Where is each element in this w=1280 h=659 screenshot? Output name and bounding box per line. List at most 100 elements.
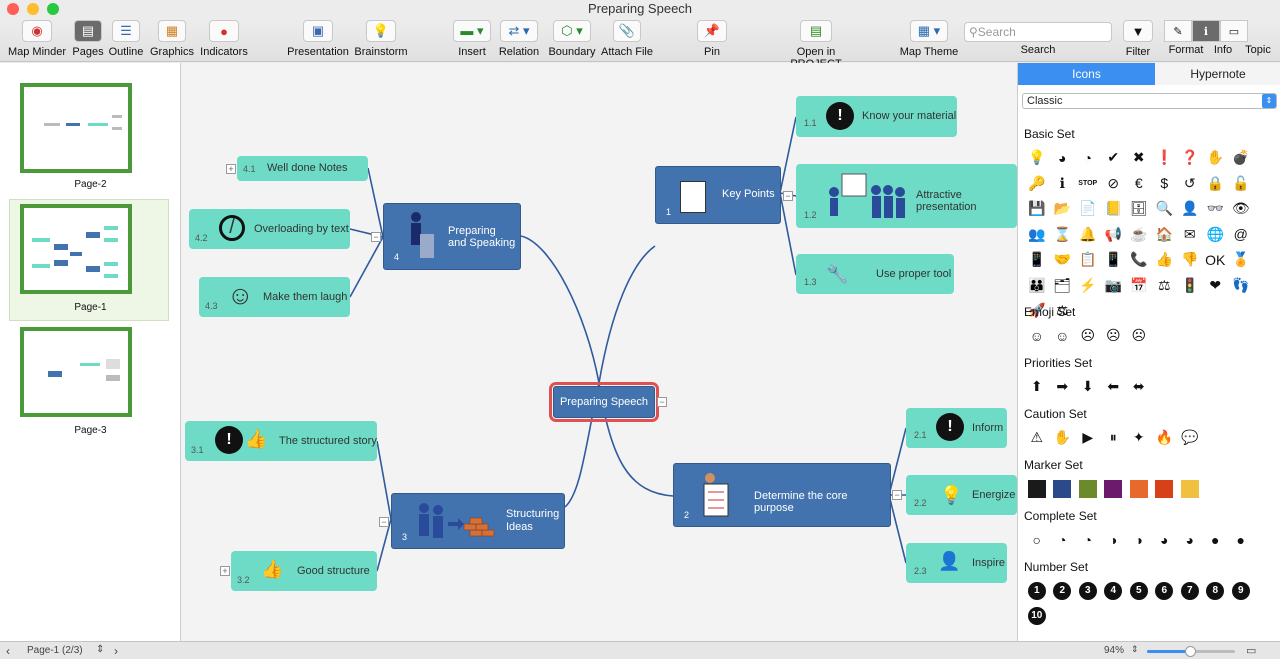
topic-inspire[interactable]: 2.3 👤 Inspire (906, 543, 1007, 583)
complete-set-icon[interactable]: ● (1228, 527, 1254, 553)
topic-make-them-laugh[interactable]: 4.3 ☺ Make them laugh (199, 277, 350, 317)
basic-set-icon[interactable]: 📱 (1024, 247, 1050, 273)
outline-button[interactable]: ☰ Outline (104, 20, 148, 58)
priority-set-icon[interactable]: ➡ (1050, 374, 1076, 400)
basic-set-icon[interactable]: 👤 (1177, 196, 1203, 222)
basic-set-icon[interactable]: 🔔 (1075, 222, 1101, 248)
icon-library-select[interactable]: Classic ⇕ (1022, 93, 1277, 109)
topic-good-structure[interactable]: 3.2 👍 Good structure (231, 551, 377, 591)
mind-map-canvas[interactable]: Preparing Speech − Key Points 1 − 1.1 ! … (181, 63, 1017, 641)
basic-set-icon[interactable]: ⚡ (1075, 273, 1101, 299)
caution-set-icon[interactable]: 💬 (1177, 425, 1203, 451)
topic-structuring-ideas[interactable]: Structuring Ideas 3 (391, 493, 565, 549)
caution-set-icon[interactable]: ✋ (1050, 425, 1076, 451)
structuring-collapse-toggle[interactable]: − (379, 517, 389, 527)
basic-set-icon[interactable]: ☕ (1126, 222, 1152, 248)
caution-set-icon[interactable]: 🔥 (1152, 425, 1178, 451)
priority-set-icon[interactable]: ⬌ (1126, 374, 1152, 400)
basic-set-icon[interactable]: 📄 (1075, 196, 1101, 222)
basic-set-icon[interactable]: 👥 (1024, 222, 1050, 248)
basic-set-icon[interactable]: 👪 (1024, 273, 1050, 299)
basic-set-icon[interactable]: ✔ (1101, 145, 1127, 171)
emoji-set-icon[interactable]: ☹ (1101, 323, 1127, 349)
format-button[interactable]: ✎ (1164, 20, 1192, 42)
topic-overloading-by-text[interactable]: 4.2 / Overloading by text (189, 209, 350, 249)
emoji-set-icon[interactable]: ☺ (1024, 323, 1050, 349)
complete-set-icon[interactable]: ◑ (1101, 527, 1127, 553)
minimize-window-button[interactable] (27, 3, 39, 15)
basic-set-icon[interactable]: ◕ (1050, 145, 1076, 171)
topic-use-proper-tool[interactable]: 1.3 🔧 Use proper tool (796, 254, 954, 294)
topic-well-done-notes[interactable]: 4.1 Well done Notes (237, 156, 368, 181)
basic-set-icon[interactable]: ⌛ (1050, 222, 1076, 248)
info-button[interactable]: ℹ (1192, 20, 1220, 42)
attach-file-button[interactable]: 📎 Attach File (600, 20, 654, 58)
marker-set-icon[interactable] (1024, 476, 1050, 502)
number-set-icon[interactable]: 6 (1152, 578, 1178, 604)
basic-set-icon[interactable]: 👍 (1152, 247, 1178, 273)
zoom-slider-thumb[interactable] (1185, 646, 1196, 657)
basic-set-icon[interactable]: ❗ (1152, 145, 1178, 171)
relation-button[interactable]: ⇄ ▾ Relation (496, 20, 542, 58)
presentation-button[interactable]: ▣ Presentation (284, 20, 352, 58)
basic-set-icon[interactable]: ⚖ (1152, 273, 1178, 299)
emoji-set-icon[interactable]: ☺ (1050, 323, 1076, 349)
topic-structured-story[interactable]: 3.1 ! 👍 The structured story (185, 421, 377, 461)
zoom-stepper-icon[interactable]: ⇕ (1131, 644, 1139, 655)
complete-set-icon[interactable]: ◔ (1050, 527, 1076, 553)
topic-inform[interactable]: 2.1 ! Inform (906, 408, 1007, 448)
caution-set-icon[interactable]: ▶ (1075, 425, 1101, 451)
basic-set-icon[interactable]: 🌐 (1203, 222, 1229, 248)
number-set-icon[interactable]: 1 (1024, 578, 1050, 604)
number-set-icon[interactable]: 4 (1101, 578, 1127, 604)
basic-set-icon[interactable]: 🔑 (1024, 171, 1050, 197)
page-thumbnail-page-3[interactable] (20, 327, 132, 417)
basic-set-icon[interactable]: 👎 (1177, 247, 1203, 273)
basic-set-icon[interactable]: 🗂 (1050, 273, 1076, 299)
preparing-collapse-toggle[interactable]: − (371, 232, 381, 242)
previous-page-button[interactable]: ‹ (6, 644, 10, 658)
basic-set-icon[interactable]: 🚦 (1177, 273, 1203, 299)
number-set-icon[interactable]: 3 (1075, 578, 1101, 604)
filter-button[interactable]: ▼ Filter (1118, 20, 1158, 58)
map-minder-button[interactable]: ◉ Map Minder (6, 20, 68, 58)
indicators-button[interactable]: ● Indicators (198, 20, 250, 58)
basic-set-icon[interactable]: 📷 (1101, 273, 1127, 299)
basic-set-icon[interactable]: 👁 (1228, 196, 1254, 222)
basic-set-icon[interactable]: OK (1203, 247, 1229, 273)
basic-set-icon[interactable]: ◔ (1075, 145, 1101, 171)
basic-set-icon[interactable]: 🗄 (1126, 196, 1152, 222)
number-set-icon[interactable]: 5 (1126, 578, 1152, 604)
map-theme-button[interactable]: ▦ ▾ Map Theme (898, 20, 960, 58)
basic-set-icon[interactable]: 📒 (1101, 196, 1127, 222)
number-set-icon[interactable]: 7 (1177, 578, 1203, 604)
core-purpose-collapse-toggle[interactable]: − (892, 490, 902, 500)
basic-set-icon[interactable]: 🏅 (1228, 247, 1254, 273)
priority-set-icon[interactable]: ⬅ (1101, 374, 1127, 400)
marker-set-icon[interactable] (1101, 476, 1127, 502)
priority-set-icon[interactable]: ⬇ (1075, 374, 1101, 400)
topic-key-points[interactable]: Key Points 1 (655, 166, 781, 224)
basic-set-icon[interactable]: ❓ (1177, 145, 1203, 171)
graphics-button[interactable]: ▦ Graphics (148, 20, 196, 58)
boundary-button[interactable]: ⬡ ▾ Boundary (548, 20, 596, 58)
well-done-notes-expand-toggle[interactable]: + (226, 164, 236, 174)
basic-set-icon[interactable]: 💣 (1228, 145, 1254, 171)
basic-set-icon[interactable]: 🔒 (1203, 171, 1229, 197)
basic-set-icon[interactable]: ✖ (1126, 145, 1152, 171)
basic-set-icon[interactable]: 🏠 (1152, 222, 1178, 248)
marker-set-icon[interactable] (1075, 476, 1101, 502)
basic-set-icon[interactable]: 📅 (1126, 273, 1152, 299)
basic-set-icon[interactable]: 👣 (1228, 273, 1254, 299)
number-set-icon[interactable]: 2 (1050, 578, 1076, 604)
topic-determine-core-purpose[interactable]: Determine the core purpose 2 (673, 463, 891, 527)
caution-set-icon[interactable]: ⚠ (1024, 425, 1050, 451)
basic-set-icon[interactable]: ⊘ (1101, 171, 1127, 197)
tab-icons[interactable]: Icons (1018, 63, 1155, 85)
basic-set-icon[interactable]: 👓 (1203, 196, 1229, 222)
complete-set-icon[interactable]: ◔ (1075, 527, 1101, 553)
basic-set-icon[interactable]: $ (1152, 171, 1178, 197)
fit-page-icon[interactable]: ▭ (1246, 644, 1256, 657)
basic-set-icon[interactable]: STOP (1075, 171, 1101, 197)
emoji-set-icon[interactable]: ☹ (1075, 323, 1101, 349)
